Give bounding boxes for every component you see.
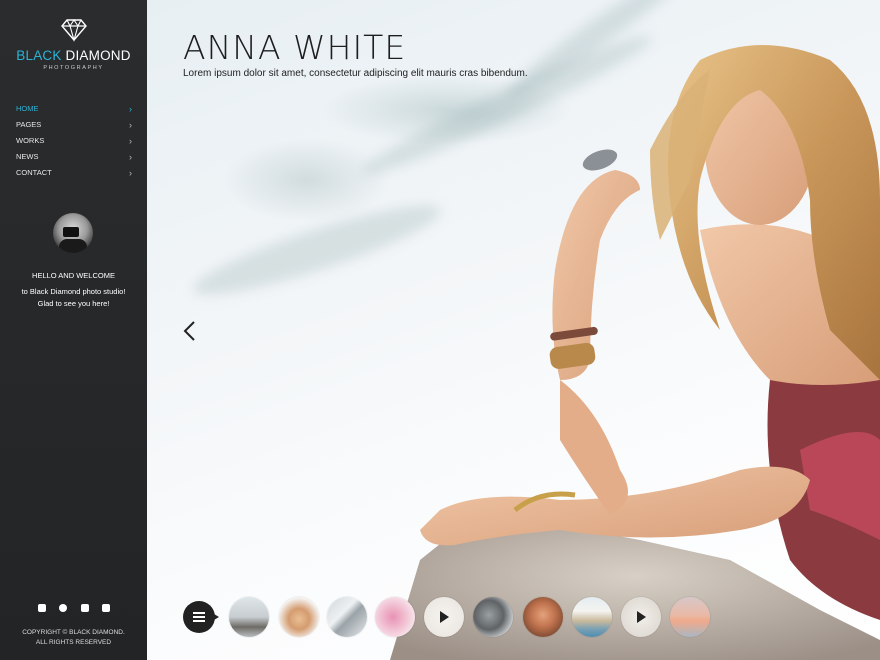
- chevron-right-icon: ›: [129, 152, 132, 162]
- play-icon: [637, 611, 646, 623]
- nav-label: CONTACT: [16, 168, 52, 177]
- brand-accent: BLACK: [16, 48, 62, 63]
- thumb-pink-flowers[interactable]: [375, 597, 415, 637]
- main-nav: HOME › PAGES › WORKS › NEWS › CONTACT ›: [16, 101, 132, 181]
- diamond-icon: [60, 19, 87, 42]
- thumb-architecture[interactable]: [327, 597, 367, 637]
- nav-label: WORKS: [16, 136, 45, 145]
- nav-item-pages[interactable]: PAGES ›: [16, 117, 132, 133]
- welcome-line-2: Glad to see you here!: [37, 299, 110, 308]
- thumb-video[interactable]: [424, 597, 464, 637]
- social-links: [38, 604, 110, 612]
- nav-item-news[interactable]: NEWS ›: [16, 149, 132, 165]
- chevron-right-icon: ›: [129, 104, 132, 114]
- camera-icon: [63, 227, 79, 237]
- previous-slide-button[interactable]: [181, 320, 201, 344]
- copyright-line-1: COPYRIGHT © BLACK DIAMOND.: [22, 629, 125, 636]
- thumb-woman-blonde[interactable]: [279, 597, 319, 637]
- nav-label: PAGES: [16, 120, 42, 129]
- background-blur: [187, 190, 447, 310]
- hero-slide: [147, 0, 880, 660]
- chevron-right-icon: ›: [129, 120, 132, 130]
- brand-name: BLACK DIAMOND: [0, 48, 147, 63]
- copyright: COPYRIGHT © BLACK DIAMOND. ALL RIGHTS RE…: [0, 628, 147, 648]
- nav-item-home[interactable]: HOME ›: [16, 101, 132, 117]
- thumb-town[interactable]: [572, 597, 612, 637]
- avatar-shirt: [59, 239, 87, 253]
- copyright-line-2: ALL RIGHTS RESERVED: [35, 639, 112, 646]
- avatar: [53, 213, 93, 253]
- brand-rest: DIAMOND: [61, 48, 131, 63]
- menu-button-pointer: [214, 614, 219, 620]
- flickr-icon[interactable]: [101, 604, 110, 612]
- thumb-stones[interactable]: [473, 597, 513, 637]
- pinterest-icon[interactable]: [59, 604, 68, 612]
- nav-label: HOME: [16, 104, 39, 113]
- thumbnail-strip: [183, 597, 723, 637]
- welcome-line-1: to Black Diamond photo studio!: [21, 287, 126, 296]
- hero-title: ANNA WHITE: [183, 28, 407, 67]
- chevron-left-icon: [183, 321, 195, 341]
- welcome-text: to Black Diamond photo studio! Glad to s…: [0, 286, 147, 310]
- nav-item-works[interactable]: WORKS ›: [16, 133, 132, 149]
- sidebar: BLACK DIAMOND PHOTOGRAPHY HOME › PAGES › W…: [0, 0, 147, 660]
- thumb-video-2[interactable]: [621, 597, 661, 637]
- thumb-woman-hat[interactable]: [523, 597, 563, 637]
- gallery-menu-button[interactable]: [183, 601, 219, 633]
- thumb-rocks-sea[interactable]: [229, 597, 269, 637]
- facebook-icon[interactable]: [38, 604, 46, 612]
- hamburger-icon: [193, 612, 205, 622]
- play-icon: [440, 611, 449, 623]
- nav-item-contact[interactable]: CONTACT ›: [16, 165, 132, 181]
- instagram-icon[interactable]: [80, 604, 89, 612]
- nav-label: NEWS: [16, 152, 39, 161]
- chevron-right-icon: ›: [129, 168, 132, 178]
- logo[interactable]: BLACK DIAMOND PHOTOGRAPHY: [0, 18, 147, 71]
- chevron-right-icon: ›: [129, 136, 132, 146]
- thumb-sunset[interactable]: [670, 597, 710, 637]
- brand-tagline: PHOTOGRAPHY: [43, 65, 104, 71]
- hero-subtitle: Lorem ipsum dolor sit amet, consectetur …: [183, 68, 528, 79]
- welcome-title: HELLO AND WELCOME: [32, 271, 115, 280]
